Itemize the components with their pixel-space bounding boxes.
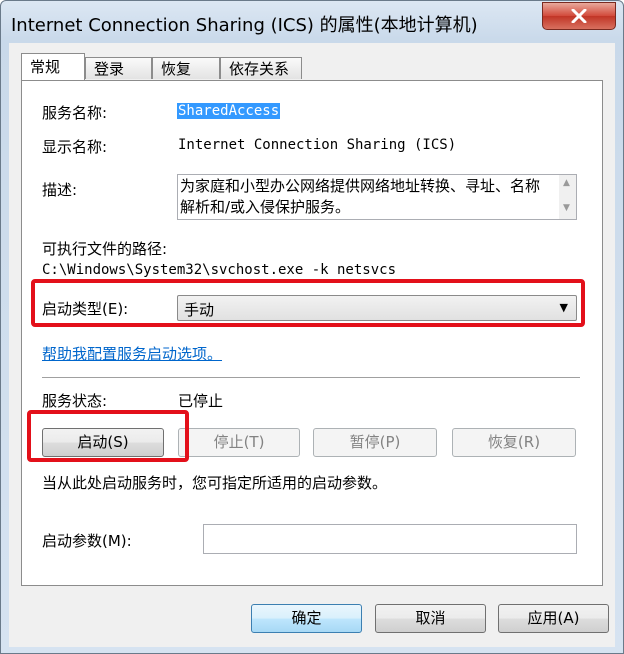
- description-text: 为家庭和小型办公网络提供网络地址转换、寻址、名称解析和/或入侵保护服务。: [180, 177, 541, 216]
- ok-button[interactable]: 确定: [251, 604, 362, 633]
- dialog-client-area: 常规 登录 恢复 依存关系 服务名称: SharedAccess 显示名称: I…: [9, 43, 615, 647]
- start-params-hint: 当从此处启动服务时，您可指定所适用的启动参数。: [42, 474, 388, 492]
- path-value: C:\Windows\System32\svchost.exe -k netsv…: [42, 262, 397, 278]
- tab-general[interactable]: 常规: [21, 53, 85, 80]
- scroll-up-arrow-icon[interactable]: ▲: [563, 178, 570, 188]
- separator: [42, 377, 580, 379]
- display-name-label: 显示名称:: [42, 138, 108, 156]
- service-name-label: 服务名称:: [42, 104, 108, 122]
- display-name-value[interactable]: Internet Connection Sharing (ICS): [178, 137, 456, 153]
- description-scrollbar[interactable]: ▲ ▼: [559, 175, 576, 219]
- startup-type-highlight: [31, 279, 585, 327]
- properties-dialog: Internet Connection Sharing (ICS) 的属性(本地…: [0, 0, 624, 654]
- start-params-input[interactable]: [203, 524, 577, 554]
- description-box[interactable]: 为家庭和小型办公网络提供网络地址转换、寻址、名称解析和/或入侵保护服务。 ▲ ▼: [177, 174, 577, 220]
- tab-recovery[interactable]: 恢复: [152, 57, 220, 79]
- apply-button[interactable]: 应用(A): [498, 604, 609, 633]
- title-bar[interactable]: Internet Connection Sharing (ICS) 的属性(本地…: [1, 1, 623, 43]
- close-button[interactable]: [542, 2, 616, 30]
- service-status-label: 服务状态:: [42, 392, 108, 410]
- general-tab-panel: 服务名称: SharedAccess 显示名称: Internet Connec…: [21, 80, 603, 586]
- pause-button[interactable]: 暂停(P): [313, 428, 437, 457]
- service-name-value[interactable]: SharedAccess: [177, 103, 281, 119]
- help-configure-link[interactable]: 帮助我配置服务启动选项。: [42, 343, 222, 364]
- start-button-highlight: [27, 410, 189, 462]
- path-label: 可执行文件的路径:: [42, 240, 168, 258]
- description-label: 描述:: [42, 181, 78, 199]
- start-params-label: 启动参数(M):: [42, 532, 132, 550]
- cancel-button[interactable]: 取消: [375, 604, 486, 633]
- service-status-value: 已停止: [178, 392, 224, 410]
- tab-logon[interactable]: 登录: [85, 57, 152, 79]
- resume-button[interactable]: 恢复(R): [452, 428, 576, 457]
- window-title: Internet Connection Sharing (ICS) 的属性(本地…: [11, 15, 478, 36]
- stop-button[interactable]: 停止(T): [178, 428, 300, 457]
- scroll-down-arrow-icon[interactable]: ▼: [563, 203, 570, 213]
- tab-dependencies[interactable]: 依存关系: [220, 57, 302, 79]
- close-icon: [571, 9, 587, 23]
